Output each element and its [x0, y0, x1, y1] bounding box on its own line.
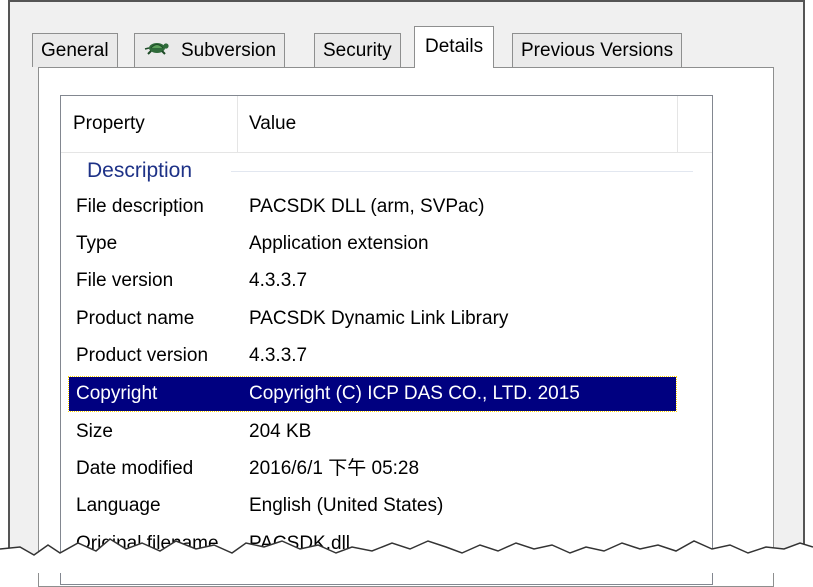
column-header-property[interactable]: Property — [61, 96, 237, 152]
property-value: PACSDK DLL (arm, SVPac) — [249, 196, 485, 217]
property-name: Product name — [76, 308, 195, 329]
property-value: Application extension — [249, 233, 429, 254]
property-value: English (United States) — [249, 495, 444, 516]
property-value: 204 KB — [249, 421, 312, 442]
group-divider — [231, 171, 693, 172]
column-header-value[interactable]: Value — [237, 96, 677, 152]
property-name: Language — [76, 495, 161, 516]
property-name: Type — [76, 233, 118, 254]
list-item[interactable]: File version 4.3.3.7 — [69, 264, 676, 298]
turtle-icon — [143, 34, 171, 67]
property-name: Copyright — [76, 383, 158, 404]
property-name: Size — [76, 421, 113, 442]
property-name: Date modified — [76, 458, 194, 479]
property-value: 4.3.3.7 — [249, 345, 308, 366]
tab-subversion-label: Subversion — [181, 40, 277, 61]
tab-previous-versions-label: Previous Versions — [521, 40, 674, 61]
list-item[interactable]: Size 204 KB — [69, 415, 676, 449]
property-value: Copyright (C) ICP DAS CO., LTD. 2015 — [249, 383, 580, 404]
property-value: 2016/6/1 下午 05:28 — [249, 458, 420, 479]
tab-details[interactable]: Details — [414, 26, 495, 68]
tab-previous-versions[interactable]: Previous Versions — [512, 33, 683, 67]
property-value: 4.3.3.7 — [249, 270, 308, 291]
details-listview[interactable]: Property Value Description File descript… — [60, 95, 713, 585]
tab-general[interactable]: General — [32, 33, 118, 67]
torn-edge — [0, 538, 813, 573]
group-header-description[interactable]: Description — [87, 152, 192, 190]
list-item[interactable]: File description PACSDK DLL (arm, SVPac) — [69, 190, 676, 224]
property-name: File description — [76, 196, 204, 217]
list-item[interactable]: Type Application extension — [69, 227, 676, 261]
tab-security-label: Security — [323, 40, 392, 61]
tab-subversion[interactable]: Subversion — [134, 33, 286, 67]
tab-security[interactable]: Security — [314, 33, 401, 67]
tab-details-label: Details — [425, 36, 484, 57]
property-name: Product version — [76, 345, 209, 366]
property-name: File version — [76, 270, 174, 291]
property-value: PACSDK Dynamic Link Library — [249, 308, 509, 329]
column-divider[interactable] — [677, 96, 678, 152]
list-item[interactable]: Date modified 2016/6/1 下午 05:28 — [69, 452, 676, 486]
list-item[interactable]: Product version 4.3.3.7 — [69, 339, 676, 373]
list-item[interactable]: Product name PACSDK Dynamic Link Library — [69, 302, 676, 336]
list-item[interactable]: Language English (United States) — [69, 489, 676, 523]
tab-general-label: General — [41, 40, 109, 61]
list-item-selected[interactable]: Copyright Copyright (C) ICP DAS CO., LTD… — [68, 376, 677, 412]
list-header: Property Value — [61, 96, 712, 153]
